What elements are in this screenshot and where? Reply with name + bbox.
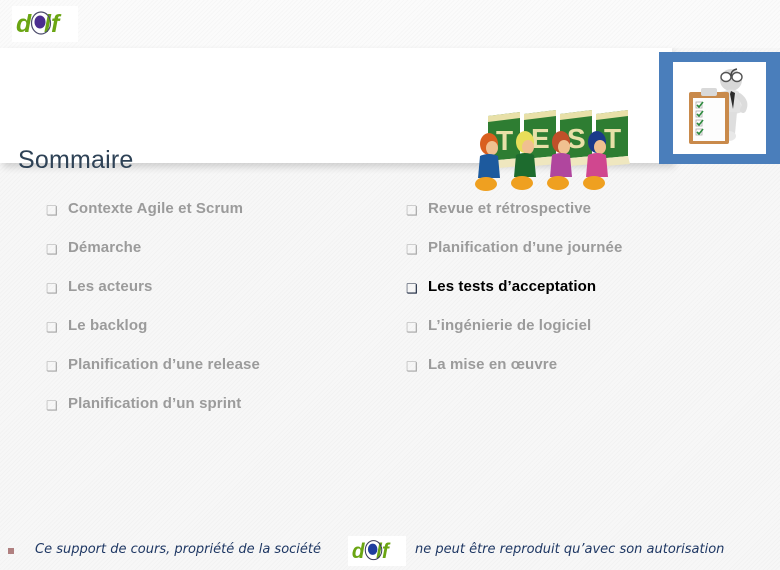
- agenda-item-label: Le backlog: [68, 317, 148, 334]
- footer: Ce support de cours, propriété de la soc…: [0, 534, 780, 568]
- agenda-item-active[interactable]: ❏ Les tests d’acceptation: [406, 276, 766, 315]
- svg-text:lf: lf: [376, 540, 391, 563]
- test-clipart: T E S T: [475, 110, 630, 191]
- square-bullet-icon: ❏: [406, 281, 418, 296]
- agenda-item-label: L’ingénierie de logiciel: [428, 317, 592, 334]
- footer-text-left: Ce support de cours, propriété de la soc…: [35, 542, 322, 557]
- agenda-left-column: ❏ Contexte Agile et Scrum ❏ Démarche ❏ L…: [46, 198, 396, 432]
- top-strip: d lf: [0, 0, 780, 48]
- svg-text:T: T: [496, 125, 513, 156]
- agenda-item-label: Planification d’une release: [68, 356, 260, 373]
- page-title: Sommaire: [18, 146, 134, 174]
- header-band: Sommaire T E S T: [0, 48, 672, 191]
- square-bullet-icon: ❏: [406, 242, 418, 257]
- dolf-logo-icon: d lf: [352, 540, 391, 563]
- agenda-right-column: ❏ Revue et rétrospective ❏ Planification…: [406, 198, 766, 393]
- agenda-item[interactable]: ❏ Le backlog: [46, 315, 396, 354]
- checklist-figure-photo: [673, 62, 766, 154]
- agenda-item[interactable]: ❏ Contexte Agile et Scrum: [46, 198, 396, 237]
- agenda-item-label: Contexte Agile et Scrum: [68, 200, 244, 217]
- agenda-item-label: Les acteurs: [68, 278, 153, 295]
- footer-bullet-icon: [8, 548, 14, 554]
- dolf-logo-icon: d lf: [16, 10, 62, 38]
- square-bullet-icon: ❏: [46, 281, 58, 296]
- square-bullet-icon: ❏: [46, 203, 58, 218]
- svg-text:E: E: [531, 123, 550, 154]
- agenda-item[interactable]: ❏ Planification d’un sprint: [46, 393, 396, 432]
- agenda-item-label: Planification d’un sprint: [68, 395, 242, 412]
- agenda-item-label: Planification d’une journée: [428, 239, 623, 256]
- blue-image-panel: [659, 52, 780, 164]
- square-bullet-icon: ❏: [46, 242, 58, 257]
- agenda-item-label: Revue et rétrospective: [428, 200, 592, 217]
- agenda-item[interactable]: ❏ Planification d’une release: [46, 354, 396, 393]
- svg-text:d: d: [16, 10, 32, 38]
- agenda-item-label: Les tests d’acceptation: [428, 278, 597, 295]
- square-bullet-icon: ❏: [46, 359, 58, 374]
- agenda-item[interactable]: ❏ La mise en œuvre: [406, 354, 766, 393]
- square-bullet-icon: ❏: [406, 359, 418, 374]
- slide-canvas: d lf Sommaire T E S T ❏ Contexte Agile e…: [0, 0, 780, 570]
- agenda-item[interactable]: ❏ Les acteurs: [46, 276, 396, 315]
- agenda-item[interactable]: ❏ Démarche: [46, 237, 396, 276]
- svg-text:d: d: [352, 540, 366, 563]
- agenda-item-label: Démarche: [68, 239, 142, 256]
- square-bullet-icon: ❏: [46, 398, 58, 413]
- agenda-item[interactable]: ❏ L’ingénierie de logiciel: [406, 315, 766, 354]
- footer-brand-logo: d lf: [348, 536, 406, 566]
- footer-text-right: ne peut être reproduit qu’avec son autor…: [415, 542, 725, 557]
- square-bullet-icon: ❏: [406, 203, 418, 218]
- square-bullet-icon: ❏: [46, 320, 58, 335]
- agenda-item-label: La mise en œuvre: [428, 356, 558, 373]
- svg-text:T: T: [604, 123, 621, 154]
- brand-logo: d lf: [12, 6, 78, 42]
- checklist-figure-icon: [689, 68, 748, 144]
- square-bullet-icon: ❏: [406, 320, 418, 335]
- agenda-item[interactable]: ❏ Planification d’une journée: [406, 237, 766, 276]
- agenda-item[interactable]: ❏ Revue et rétrospective: [406, 198, 766, 237]
- svg-text:S: S: [567, 123, 586, 154]
